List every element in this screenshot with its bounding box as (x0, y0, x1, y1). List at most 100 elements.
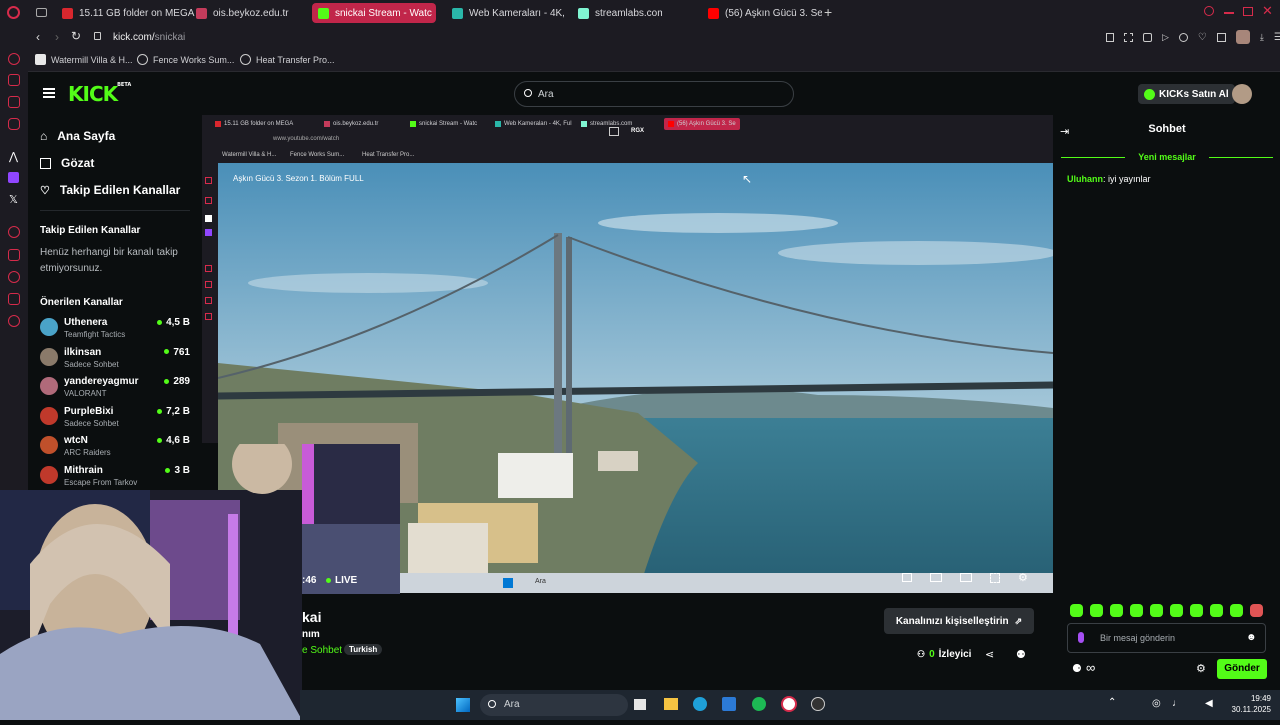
shield-icon[interactable] (1143, 33, 1152, 42)
emote-icon[interactable] (1150, 604, 1163, 617)
browser-tab[interactable]: ois.beykoz.edu.tr (190, 3, 310, 23)
recommended-channel[interactable]: ilkinsan Sadece Sohbet 761 (40, 347, 190, 375)
send-button[interactable]: Gönder (1217, 659, 1267, 679)
wallet-icon[interactable] (1178, 33, 1188, 42)
tray-mic-icon[interactable]: ♩ (1172, 698, 1182, 709)
emote-icon[interactable] (1250, 604, 1263, 617)
instagram-icon[interactable] (8, 118, 20, 130)
reload-icon[interactable]: ↻ (71, 29, 81, 43)
kicks-buy-button[interactable]: KICKs Satın Al (1138, 84, 1235, 104)
nav-home[interactable]: ⌂ Ana Sayfa (40, 129, 115, 143)
pin-icon[interactable] (1106, 33, 1114, 42)
new-messages-divider: Yeni mesajlar (1061, 152, 1273, 162)
add-moderator-icon[interactable]: ⚉ (1016, 648, 1026, 661)
download-icon[interactable]: ⤓ (1260, 33, 1264, 44)
nav-browse[interactable]: Gözat (40, 156, 94, 170)
gear-icon[interactable]: ⚙ (1018, 573, 1028, 584)
twitch-icon[interactable] (8, 172, 19, 183)
emote-icon[interactable] (1130, 604, 1143, 617)
clock[interactable]: 19:49 30.11.2025 (1225, 693, 1271, 715)
search-input[interactable]: Ara (514, 81, 794, 107)
emote-icon[interactable] (1170, 604, 1183, 617)
bookmark-favicon-icon (35, 54, 46, 65)
emote-icon[interactable] (1110, 604, 1123, 617)
cube-icon[interactable] (8, 293, 20, 305)
browser-tab[interactable]: snickai Stream - Watc (312, 3, 436, 23)
recommended-channel[interactable]: PurpleBixi Sadece Sohbet 7,2 B (40, 406, 190, 434)
recommended-channel[interactable]: yandereyagmur VALORANT 289 (40, 376, 190, 404)
bookmark-item[interactable]: Heat Transfer Pro... (240, 54, 335, 65)
cast-icon[interactable] (960, 573, 972, 582)
extensions-sidebar-icon[interactable] (8, 74, 20, 86)
edge-icon[interactable] (693, 697, 707, 711)
bookmark-item[interactable]: Fence Works Sum... (137, 54, 234, 65)
browser-tab[interactable]: Web Kameraları - 4K, Full (446, 3, 564, 23)
theater-icon[interactable] (930, 573, 942, 582)
maximize-button[interactable] (1243, 7, 1253, 16)
tray-network-icon[interactable]: ◎ (1152, 698, 1161, 709)
opera-logo-icon[interactable] (7, 6, 20, 19)
recommended-channel[interactable]: Uthenera Teamfight Tactics 4,5 B (40, 317, 190, 345)
task-view-icon[interactable] (634, 699, 646, 710)
stream-tag[interactable]: Turkish (344, 644, 383, 655)
menu-icon[interactable] (43, 88, 55, 98)
kick-sidebar-icon[interactable]: ⋀ (9, 150, 18, 163)
start-icon[interactable] (456, 698, 470, 712)
browser-tab[interactable]: 15.11 GB folder on MEGA (56, 3, 206, 23)
fullscreen-icon[interactable] (990, 573, 1000, 583)
emote-icon[interactable] (1230, 604, 1243, 617)
obs-icon[interactable] (811, 697, 825, 711)
messenger-icon[interactable] (8, 96, 20, 108)
browser-tab[interactable]: streamlabs.com (572, 3, 662, 23)
url-field[interactable]: kick.com/snickai (113, 32, 185, 43)
tray-volume-icon[interactable]: ◀ (1205, 698, 1213, 709)
bookmark-item[interactable]: Watermill Villa & H... (35, 54, 133, 65)
aria-icon[interactable] (8, 53, 20, 65)
back-icon[interactable]: ‹ (36, 30, 40, 44)
spotify-icon[interactable] (752, 697, 766, 711)
tray-chevron-icon[interactable]: ⌃ (1108, 697, 1116, 708)
user-avatar[interactable] (1232, 84, 1252, 104)
minimize-button[interactable] (1224, 12, 1234, 14)
microphone-icon[interactable] (1078, 632, 1084, 643)
opera-taskbar-icon[interactable] (781, 696, 797, 712)
heart-icon[interactable]: ♡ (1198, 33, 1207, 44)
browser-tab-bar: 15.11 GB folder on MEGA ois.beykoz.edu.tr… (0, 0, 1280, 26)
emote-icon[interactable] (1210, 604, 1223, 617)
nav-following[interactable]: ♡ Takip Edilen Kanallar (40, 183, 180, 197)
history-icon[interactable] (8, 271, 20, 283)
miniplayer-icon[interactable] (902, 573, 912, 582)
chat-users-icon[interactable]: ⚈ (1072, 662, 1082, 675)
easy-setup-icon[interactable]: ☰ (1274, 33, 1280, 44)
file-explorer-icon[interactable] (664, 698, 678, 710)
stream-category[interactable]: e Sohbet (302, 645, 342, 656)
search-tabs-icon[interactable] (1204, 6, 1214, 16)
tab-overview-icon[interactable] (36, 8, 47, 17)
share-icon[interactable]: ⋖ (985, 648, 994, 661)
chat-username[interactable]: Uluhann (1067, 174, 1103, 184)
browser-tab[interactable]: (56) Aşkın Gücü 3. Sezon (702, 3, 822, 23)
profile-avatar[interactable] (1235, 30, 1250, 44)
customize-channel-button[interactable]: Kanalınızı kişiselleştirin ⇗ (884, 608, 1034, 634)
player-icon[interactable]: ▷ (1162, 33, 1169, 44)
store-icon[interactable] (722, 697, 736, 711)
taskbar-search[interactable]: Ara (480, 694, 628, 716)
forward-icon[interactable]: › (55, 30, 59, 44)
settings-icon[interactable] (8, 315, 20, 327)
kick-logo[interactable]: KICKBETA (68, 82, 131, 106)
snapshot-icon[interactable] (1124, 33, 1133, 42)
new-tab-button[interactable]: + (824, 4, 832, 20)
popout-icon[interactable] (609, 127, 619, 136)
kicks-buy-label: KICKs Satın Al (1159, 88, 1229, 100)
emoji-icon[interactable]: ☻ (1246, 632, 1257, 643)
close-window-button[interactable]: ✕ (1262, 3, 1273, 19)
chat-input[interactable]: Bir mesaj gönderin ☻ (1067, 623, 1266, 653)
emote-icon[interactable] (1070, 604, 1083, 617)
x-icon[interactable]: 𝕏 (9, 193, 18, 206)
chat-settings-icon[interactable]: ⚙ (1196, 662, 1206, 675)
extensions-icon[interactable] (1216, 33, 1226, 42)
emote-icon[interactable] (1090, 604, 1103, 617)
vpn-icon[interactable] (8, 226, 20, 238)
wallet-sidebar-icon[interactable] (8, 249, 20, 261)
emote-icon[interactable] (1190, 604, 1203, 617)
